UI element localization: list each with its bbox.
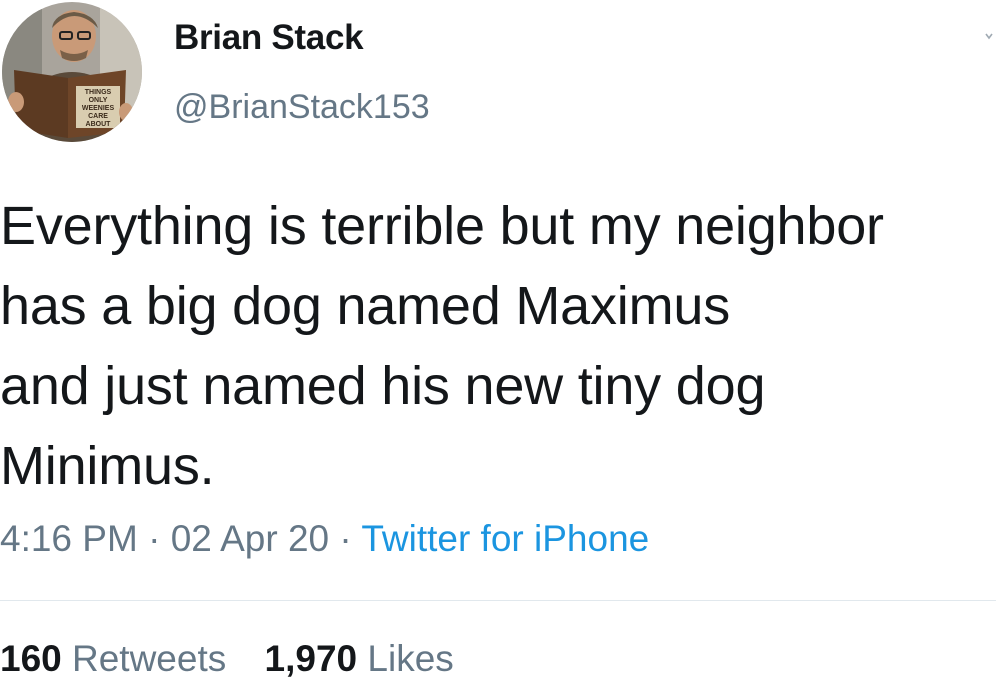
avatar-image: THINGS ONLY WEENIES CARE ABOUT bbox=[2, 2, 142, 142]
user-handle[interactable]: @BrianStack153 bbox=[174, 88, 430, 127]
divider bbox=[0, 600, 996, 601]
tweet-text: Everything is terrible but my neighbor h… bbox=[0, 186, 996, 506]
tweet-stats: 160 Retweets 1,970 Likes bbox=[0, 638, 482, 680]
svg-text:THINGS: THINGS bbox=[85, 89, 112, 96]
tweet-source-link[interactable]: Twitter for iPhone bbox=[361, 518, 649, 559]
tweet-text-line: and just named his new tiny dog bbox=[0, 356, 766, 416]
svg-text:CARE: CARE bbox=[88, 113, 108, 120]
tweet-text-line: Minimus. bbox=[0, 436, 215, 496]
retweets-label: Retweets bbox=[61, 638, 227, 679]
tweet-metadata: 4:16 PM · 02 Apr 20 · Twitter for iPhone bbox=[0, 518, 649, 560]
avatar[interactable]: THINGS ONLY WEENIES CARE ABOUT bbox=[2, 2, 142, 142]
avatar-book-cover: THINGS ONLY WEENIES CARE ABOUT bbox=[82, 89, 115, 128]
svg-text:ONLY: ONLY bbox=[89, 97, 108, 104]
likes-stat[interactable]: 1,970 Likes bbox=[265, 638, 454, 680]
retweets-stat[interactable]: 160 Retweets bbox=[0, 638, 226, 680]
display-name[interactable]: Brian Stack bbox=[174, 18, 364, 58]
svg-text:WEENIES: WEENIES bbox=[82, 105, 115, 112]
likes-label: Likes bbox=[357, 638, 454, 679]
tweet-text-line: has a big dog named Maximus bbox=[0, 276, 731, 336]
likes-count: 1,970 bbox=[264, 638, 358, 679]
meta-separator: · bbox=[137, 518, 171, 559]
tweet-text-line: Everything is terrible but my neighbor bbox=[0, 196, 884, 256]
tweet-date[interactable]: 02 Apr 20 bbox=[171, 518, 329, 559]
tweet-time[interactable]: 4:16 PM bbox=[0, 518, 138, 559]
retweets-count: 160 bbox=[0, 638, 62, 679]
svg-text:ABOUT: ABOUT bbox=[86, 121, 112, 128]
meta-separator: · bbox=[329, 518, 362, 559]
chevron-down-icon[interactable] bbox=[984, 30, 994, 44]
